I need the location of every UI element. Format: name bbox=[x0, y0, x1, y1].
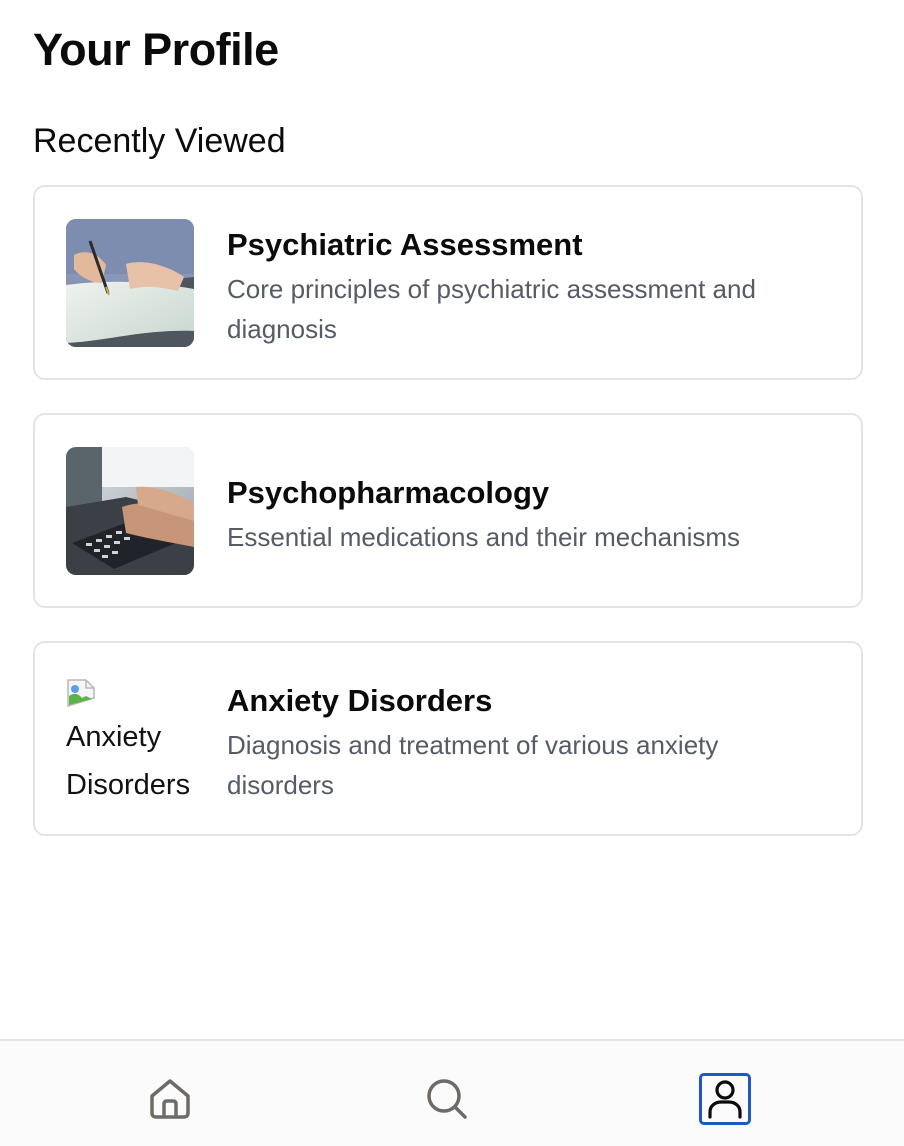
course-description: Diagnosis and treatment of various anxie… bbox=[227, 730, 719, 800]
broken-image-icon bbox=[67, 679, 95, 708]
nav-search-button[interactable] bbox=[419, 1071, 475, 1127]
writing-on-paper-photo bbox=[66, 219, 194, 347]
recently-viewed-heading: Recently Viewed bbox=[33, 122, 286, 160]
image-alt-text: Anxiety Disorders bbox=[66, 721, 191, 801]
typing-on-laptop-photo bbox=[66, 447, 194, 575]
course-card-text: Anxiety Disorders Diagnosis and treatmen… bbox=[227, 681, 831, 805]
nav-home-button[interactable] bbox=[142, 1071, 198, 1127]
course-description: Core principles of psychiatric assessmen… bbox=[227, 274, 756, 344]
search-icon bbox=[427, 1079, 467, 1119]
profile-icon bbox=[708, 1080, 742, 1119]
home-icon bbox=[150, 1079, 190, 1119]
course-thumbnail bbox=[66, 447, 194, 575]
course-title: Anxiety Disorders bbox=[227, 683, 493, 718]
course-title: Psychiatric Assessment bbox=[227, 227, 583, 262]
course-thumbnail: Anxiety Disorders bbox=[66, 675, 194, 803]
course-card-anxiety-disorders[interactable]: Anxiety Disorders Anxiety Disorders Diag… bbox=[33, 641, 863, 836]
page-title: Your Profile bbox=[33, 24, 279, 75]
nav-profile-button[interactable] bbox=[697, 1071, 753, 1127]
course-card-psychopharmacology[interactable]: Psychopharmacology Essential medications… bbox=[33, 413, 863, 608]
active-indicator bbox=[699, 1073, 751, 1125]
course-description: Essential medications and their mechanis… bbox=[227, 522, 741, 552]
course-card-text: Psychopharmacology Essential medications… bbox=[227, 473, 831, 557]
profile-screen: Your Profile Recently Viewed Psychiatric… bbox=[0, 0, 904, 1146]
course-title: Psychopharmacology bbox=[227, 475, 550, 510]
bottom-navigation bbox=[0, 1039, 904, 1146]
course-card-text: Psychiatric Assessment Core principles o… bbox=[227, 225, 831, 349]
course-card-psychiatric-assessment[interactable]: Psychiatric Assessment Core principles o… bbox=[33, 185, 863, 380]
course-thumbnail bbox=[66, 219, 194, 347]
